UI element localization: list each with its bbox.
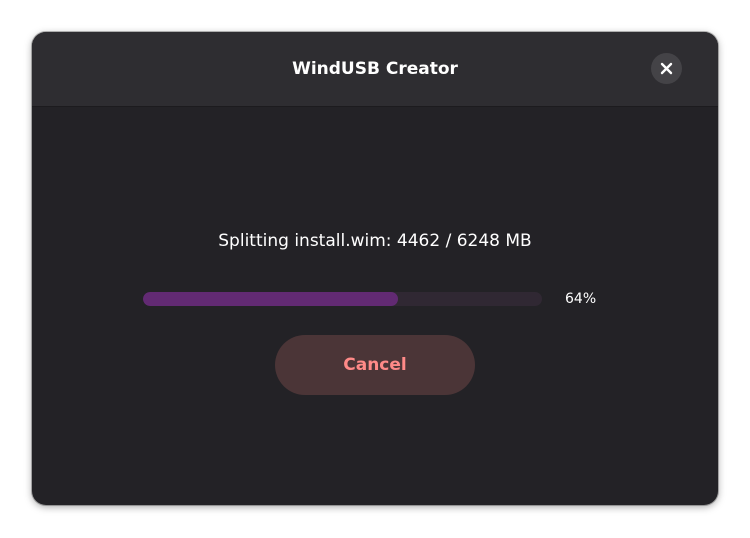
cancel-button[interactable]: Cancel: [275, 335, 475, 395]
close-button[interactable]: [651, 53, 682, 84]
progress-status-text: Splitting install.wim: 4462 / 6248 MB: [218, 231, 532, 251]
progress-percent: 64%: [565, 291, 597, 307]
close-icon: [660, 62, 673, 75]
window-title: WindUSB Creator: [292, 59, 458, 79]
title-bar: WindUSB Creator: [32, 32, 718, 107]
dialog-window: WindUSB Creator Splitting install.wim: 4…: [32, 32, 718, 505]
progress-bar: [143, 292, 542, 306]
progress-bar-fill: [143, 292, 398, 306]
